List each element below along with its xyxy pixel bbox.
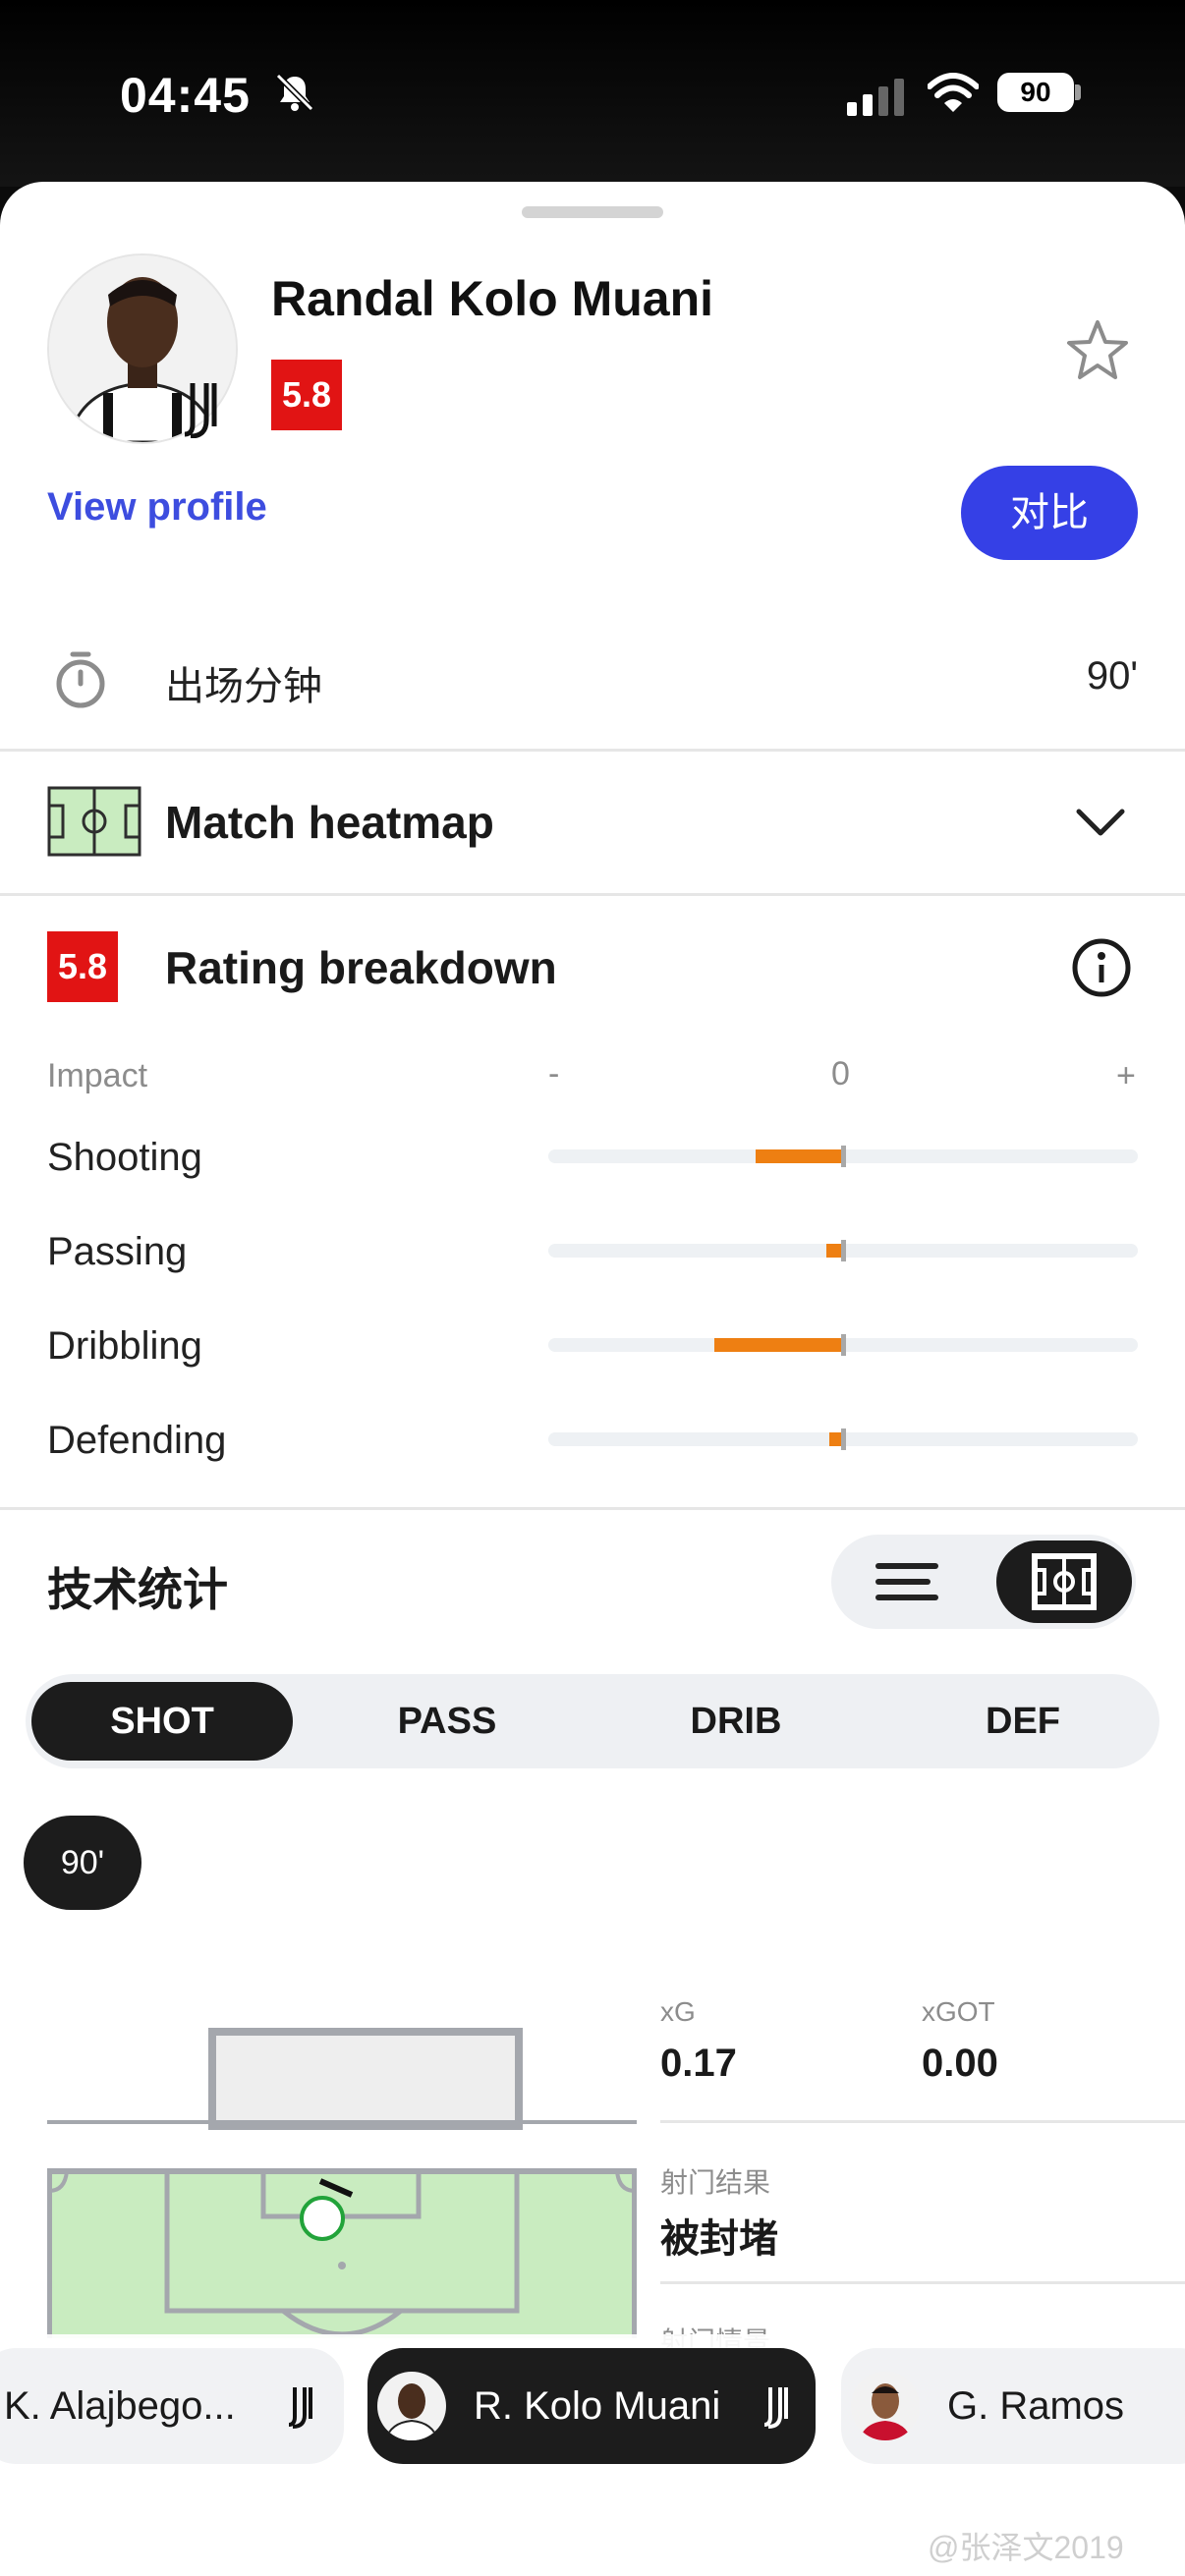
juventus-logo-icon	[184, 381, 224, 439]
battery-indicator: 90	[997, 73, 1074, 112]
divider	[660, 2281, 1185, 2284]
tab-drib[interactable]: DRIB	[605, 1682, 867, 1761]
shot-result-value: 被封堵	[660, 2217, 778, 2261]
rating-breakdown-title: Rating breakdown	[165, 942, 557, 993]
impact-bar	[714, 1338, 841, 1352]
juventus-logo-icon	[289, 2387, 312, 2429]
list-view-icon[interactable]	[851, 1544, 981, 1619]
divider	[0, 1507, 1185, 1510]
rating-breakdown-badge: 5.8	[47, 931, 118, 1002]
favorite-star-icon[interactable]	[1063, 316, 1132, 385]
sheet-grabber[interactable]	[522, 206, 663, 218]
impact-row-label: Passing	[47, 1230, 188, 1273]
impact-scale-zero: 0	[831, 1055, 850, 1092]
watermark: @张泽文2019	[928, 2530, 1124, 2565]
player-chip[interactable]: K. Alajbego...	[0, 2348, 344, 2464]
impact-row-label: Defending	[47, 1419, 227, 1462]
player-photo-icon	[384, 2383, 439, 2440]
player-chip-name: G. Ramos	[947, 2384, 1125, 2428]
tab-shot[interactable]: SHOT	[31, 1682, 293, 1761]
player-chip-active[interactable]: R. Kolo Muani	[367, 2348, 816, 2464]
xgot-value: 0.00	[922, 2042, 998, 2085]
impact-zero-marker	[841, 1334, 846, 1356]
impact-bar	[829, 1432, 841, 1446]
divider	[660, 2120, 1185, 2123]
minutes-played-value: 90'	[1086, 654, 1138, 698]
impact-zero-marker	[841, 1240, 846, 1261]
compare-button[interactable]: 对比	[961, 466, 1138, 560]
cellular-signal-icon	[847, 79, 904, 116]
minute-chip[interactable]: 90'	[24, 1816, 141, 1910]
view-profile-link[interactable]: View profile	[47, 485, 267, 530]
xg-label: xG	[660, 1996, 696, 2027]
minutes-played-label: 出场分钟	[165, 665, 322, 708]
player-rating-badge: 5.8	[271, 360, 342, 430]
shot-result-label: 射门结果	[660, 2167, 771, 2198]
tech-stats-title: 技术统计	[47, 1564, 228, 1615]
stopwatch-icon	[56, 651, 105, 708]
player-chip-avatar	[377, 2372, 446, 2440]
impact-bar	[756, 1149, 841, 1163]
pitch-view-button[interactable]	[996, 1540, 1132, 1623]
impact-row-label: Shooting	[47, 1136, 202, 1179]
player-name: Randal Kolo Muani	[271, 271, 713, 326]
player-chip[interactable]: G. Ramos	[841, 2348, 1185, 2464]
divider	[0, 749, 1185, 752]
status-time: 04:45	[120, 68, 251, 123]
player-photo-icon	[859, 2383, 912, 2440]
tab-def[interactable]: DEF	[892, 1682, 1154, 1761]
impact-bar	[826, 1244, 841, 1258]
impact-zero-marker	[841, 1146, 846, 1167]
impact-row-label: Dribbling	[47, 1324, 202, 1368]
match-heatmap-title: Match heatmap	[165, 797, 494, 848]
pitch-icon	[47, 786, 141, 857]
player-chip-name: R. Kolo Muani	[474, 2384, 721, 2428]
impact-scale-minus: -	[548, 1055, 560, 1092]
pitch-view-icon	[1032, 1553, 1097, 1610]
shot-map	[47, 2028, 637, 2338]
xgot-label: xGOT	[922, 1996, 995, 2027]
battery-tip	[1075, 84, 1081, 100]
player-chip-name: K. Alajbego...	[4, 2384, 236, 2428]
wifi-icon	[928, 73, 979, 112]
player-chip-avatar	[851, 2372, 920, 2440]
shot-marker	[300, 2196, 345, 2241]
impact-label: Impact	[47, 1057, 148, 1094]
xg-value: 0.17	[660, 2042, 737, 2085]
tab-pass[interactable]: PASS	[316, 1682, 578, 1761]
impact-zero-marker	[841, 1428, 846, 1450]
impact-scale-plus: +	[1116, 1057, 1136, 1094]
info-icon[interactable]	[1071, 937, 1132, 998]
bell-muted-icon	[275, 73, 314, 112]
juventus-logo-icon	[764, 2387, 788, 2429]
chevron-down-icon[interactable]	[1075, 806, 1126, 839]
divider	[0, 893, 1185, 896]
